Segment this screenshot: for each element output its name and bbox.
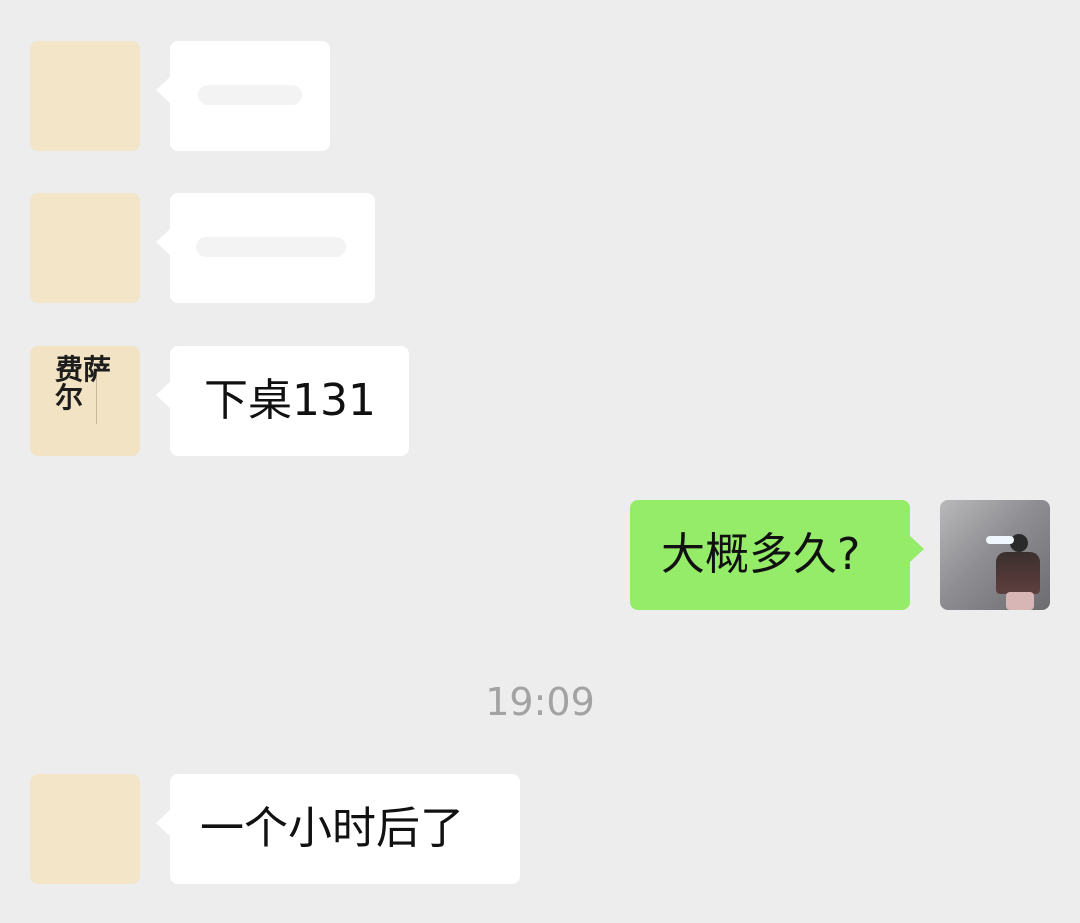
avatar-contact-1[interactable] (30, 41, 140, 151)
brand-logo-divider (96, 370, 115, 424)
avatar-contact-2[interactable] (30, 193, 140, 303)
avatar-photo-bottle (986, 536, 1014, 544)
chat-conversation: 费萨尔 下桌131 大概多久? 19:09 一个小时后了 (0, 0, 1080, 923)
incoming-message-text-4: 一个小时后了 (200, 803, 464, 854)
avatar-self[interactable] (940, 500, 1050, 610)
avatar-photo-body (996, 552, 1040, 594)
outgoing-message-text-1: 大概多久? (661, 529, 861, 580)
incoming-message-bubble-4[interactable]: 一个小时后了 (156, 774, 520, 884)
avatar-photo-person (994, 534, 1040, 610)
blurred-message-content-2 (196, 237, 346, 257)
message-timestamp: 19:09 (485, 680, 595, 724)
incoming-message-bubble-3[interactable]: 下桌131 (156, 346, 409, 456)
avatar-contact-3[interactable] (30, 774, 140, 884)
avatar-brand[interactable]: 费萨尔 (30, 346, 140, 456)
avatar-photo-skirt (1006, 592, 1034, 610)
outgoing-message-bubble-1[interactable]: 大概多久? (630, 500, 924, 610)
incoming-message-bubble-1[interactable] (156, 41, 330, 151)
incoming-message-text-3: 下桌131 (204, 375, 376, 426)
incoming-message-bubble-2[interactable] (156, 193, 375, 303)
blurred-message-content-1 (198, 85, 302, 105)
